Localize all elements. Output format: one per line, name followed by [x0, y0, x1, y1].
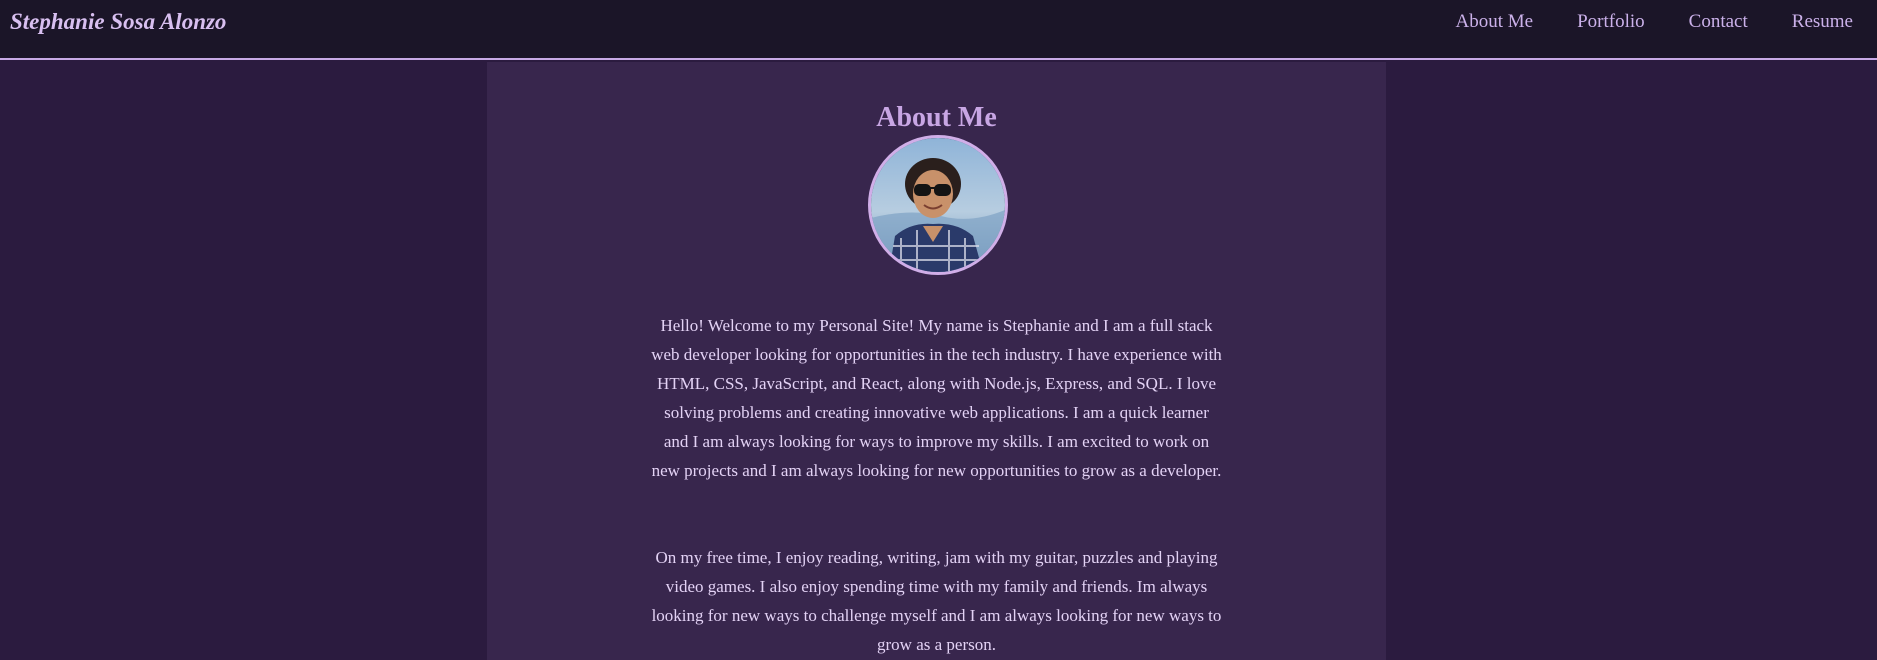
about-paragraph-hobbies: On my free time, I enjoy reading, writin… — [651, 548, 1222, 654]
main-nav: About Me Portfolio Contact Resume — [1456, 11, 1853, 33]
nav-link-contact[interactable]: Contact — [1689, 11, 1748, 33]
nav-link-portfolio[interactable]: Portfolio — [1577, 11, 1645, 33]
about-paragraph-intro: Hello! Welcome to my Personal Site! My n… — [651, 316, 1222, 480]
nav-link-about-me[interactable]: About Me — [1456, 11, 1534, 33]
site-header: Stephanie Sosa Alonzo About Me Portfolio… — [0, 0, 1877, 60]
nav-link-resume[interactable]: Resume — [1792, 11, 1853, 33]
about-section: About Me Hello! Welcome to my Personal S… — [487, 62, 1386, 660]
page-background: About Me Hello! Welcome to my Personal S… — [0, 62, 1877, 660]
profile-photo-illustration — [871, 138, 1005, 272]
about-heading: About Me — [876, 102, 997, 133]
site-brand[interactable]: Stephanie Sosa Alonzo — [10, 9, 226, 35]
profile-photo — [868, 135, 1008, 275]
